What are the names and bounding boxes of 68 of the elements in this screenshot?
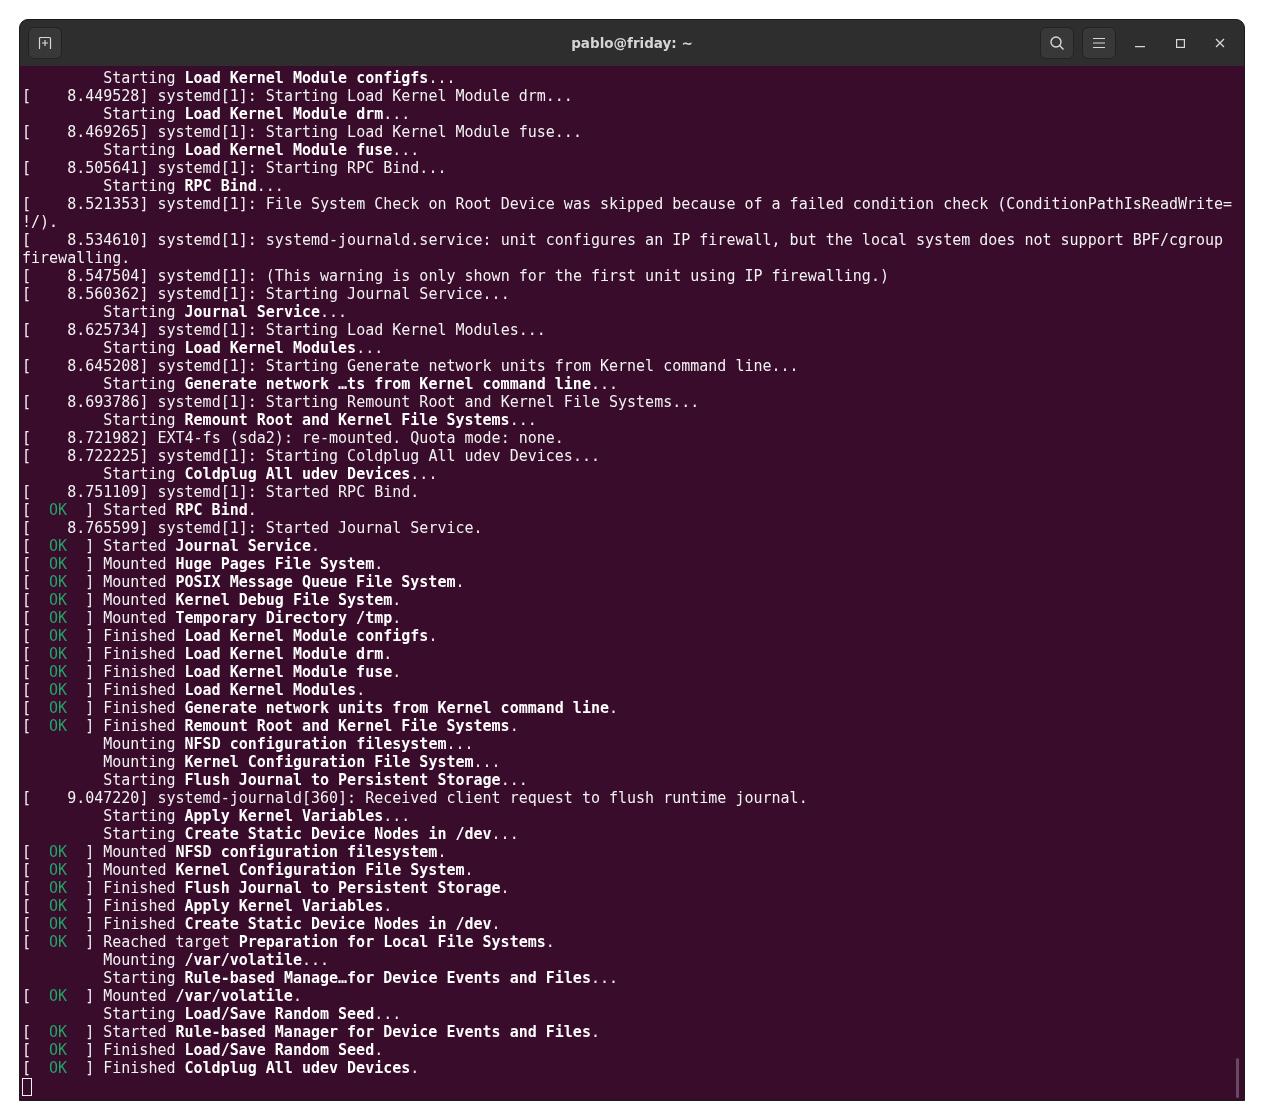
menu-button[interactable]: [1082, 27, 1116, 59]
log-line: Starting Apply Kernel Variables...: [102, 807, 411, 825]
log-line: Starting Load/Save Random Seed...: [102, 1005, 402, 1023]
log-line: Starting Generate network …ts from Kernel command line...: [102, 375, 619, 393]
log-line: Starting Remount Root and Kernel File Systems...: [102, 411, 537, 429]
log-line: [ 8.751109] systemd[1]: Started RPC Bind.: [22, 483, 420, 501]
log-line: Mounting /var/volatile...: [102, 951, 330, 969]
log-line: [ OK ] Finished Load/Save Random Seed.: [22, 1041, 384, 1059]
log-line: Starting Coldplug All udev Devices...: [102, 465, 438, 483]
log-line: [ OK ] Mounted NFSD configuration filesystem.: [22, 843, 447, 861]
new-tab-icon: [37, 35, 53, 51]
log-line: [ OK ] Finished Flush Journal to Persistent Storage.: [22, 879, 510, 897]
close-icon: [1215, 38, 1225, 48]
log-line: Starting RPC Bind...: [102, 177, 284, 195]
log-line: [ OK ] Finished Load Kernel Module configfs.: [22, 627, 438, 645]
log-line: [ OK ] Finished Coldplug All udev Devices.: [22, 1059, 420, 1077]
log-line: Starting Journal Service...: [102, 303, 348, 321]
search-icon: [1049, 35, 1065, 51]
log-line: Starting Load Kernel Module drm...: [102, 105, 411, 123]
log-line: Mounting Kernel Configuration File System...: [102, 753, 501, 771]
log-line: [ OK ] Finished Load Kernel Module drm.: [22, 645, 393, 663]
new-tab-button[interactable]: [28, 27, 62, 59]
log-line: [ OK ] Finished Load Kernel Modules.: [22, 681, 366, 699]
log-line: [ OK ] Started RPC Bind.: [22, 501, 257, 519]
log-line: [ 8.765599] systemd[1]: Started Journal Service.: [22, 519, 483, 537]
log-line: [ OK ] Mounted Huge Pages File System.: [22, 555, 384, 573]
log-line: [ OK ] Reached target Preparation for Local File Systems.: [22, 933, 555, 951]
log-line: firewalling.: [22, 249, 131, 267]
log-line: [ 8.693786] systemd[1]: Starting Remount Root and Kernel File Systems...: [22, 393, 700, 411]
log-line: [ OK ] Started Rule-based Manager for Device Events and Files.: [22, 1023, 600, 1041]
log-line: Starting Flush Journal to Persistent Storage...: [102, 771, 528, 789]
log-line: [ 8.721982] EXT4-fs (sda2): re-mounted. Quota mode: none.: [22, 429, 564, 447]
log-line: [ OK ] Finished Load Kernel Module fuse.: [22, 663, 402, 681]
log-line: [ OK ] Finished Remount Root and Kernel File Systems.: [22, 717, 519, 735]
log-line: [ OK ] Mounted Temporary Directory /tmp.: [22, 609, 402, 627]
log-line: [ OK ] Mounted /var/volatile.: [22, 987, 302, 1005]
maximize-icon: [1175, 38, 1185, 48]
scrollbar[interactable]: [1236, 1058, 1239, 1098]
window-title: pablo@friday: ~: [571, 35, 693, 51]
search-button[interactable]: [1040, 27, 1074, 59]
log-line: [ OK ] Finished Create Static Device Nodes in /dev.: [22, 915, 501, 933]
log-line: [ 8.449528] systemd[1]: Starting Load Kernel Module drm...: [22, 87, 573, 105]
log-line: [ OK ] Mounted Kernel Configuration File System.: [22, 861, 474, 879]
log-line: !/).: [22, 213, 59, 231]
log-line: [ 8.645208] systemd[1]: Starting Generate network units from Kernel command line...: [22, 357, 799, 375]
log-line: [ 8.534610] systemd[1]: systemd-journald.service: unit configures an IP firewall, but the local system does not support BPF/cgroup: [22, 231, 1224, 249]
log-line: [ 8.625734] systemd[1]: Starting Load Kernel Modules...: [22, 321, 546, 339]
text-cursor: [22, 1078, 32, 1096]
log-line: [ OK ] Finished Apply Kernel Variables.: [22, 897, 393, 915]
minimize-icon: [1135, 46, 1145, 48]
log-line: Mounting NFSD configuration filesystem...: [102, 735, 474, 753]
log-line: Starting Create Static Device Nodes in /dev...: [102, 825, 519, 843]
log-line: [ 8.560362] systemd[1]: Starting Journal Service...: [22, 285, 510, 303]
log-line: [ 8.505641] systemd[1]: Starting RPC Bind...: [22, 159, 447, 177]
log-line: [ 8.722225] systemd[1]: Starting Coldplug All udev Devices...: [22, 447, 600, 465]
log-line: Starting Load Kernel Modules...: [102, 339, 384, 357]
log-line: Starting Load Kernel Module fuse...: [102, 141, 420, 159]
log-line: [ 9.047220] systemd-journald[360]: Received client request to flush runtime journal.: [22, 789, 808, 807]
menu-icon: [1092, 37, 1106, 49]
log-line: [ OK ] Started Journal Service.: [22, 537, 320, 555]
log-line: Starting Load Kernel Module configfs...: [102, 69, 456, 87]
log-line: [ OK ] Mounted POSIX Message Queue File System.: [22, 573, 465, 591]
log-line: [ 8.547504] systemd[1]: (This warning is only shown for the first unit using IP firewalling.): [22, 267, 889, 285]
log-line: [ OK ] Mounted Kernel Debug File System.: [22, 591, 402, 609]
log-line: [ OK ] Finished Generate network units from Kernel command line.: [22, 699, 618, 717]
log-line: Starting Rule-based Manage…for Device Events and Files...: [102, 969, 619, 987]
log-line: [ 8.469265] systemd[1]: Starting Load Kernel Module fuse...: [22, 123, 582, 141]
log-line: [ 8.521353] systemd[1]: File System Check on Root Device was skipped because of a failed condition check (ConditionPathIsReadWrite=: [22, 195, 1233, 213]
